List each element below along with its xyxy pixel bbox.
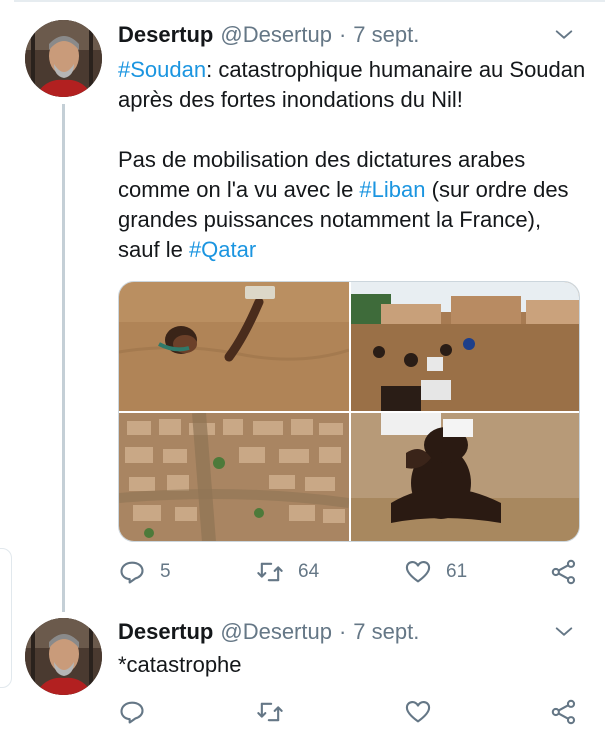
share-button[interactable] (550, 698, 578, 726)
share-button[interactable] (550, 558, 578, 586)
tweet-date[interactable]: 7 sept. (353, 619, 419, 645)
header-separator: · (338, 619, 347, 644)
tweet-header: Desertup @Desertup · 7 sept. (118, 617, 585, 647)
hashtag-link[interactable]: #Soudan (118, 57, 206, 82)
tweet-header: Desertup @Desertup · 7 sept. (118, 20, 585, 50)
author-name[interactable]: Desertup (118, 619, 213, 645)
avatar-image-icon (25, 20, 102, 97)
retweet-count: 64 (298, 561, 320, 582)
tweet-paragraph: *catastrophe (118, 652, 242, 677)
reply-count: 5 (160, 561, 171, 582)
thread-line (62, 104, 65, 612)
tweet[interactable]: Desertup @Desertup · 7 sept. #Soudan: ca… (0, 0, 605, 612)
like-count: 61 (446, 561, 468, 582)
media-photo[interactable] (119, 282, 349, 411)
heart-icon (405, 701, 431, 723)
chevron-down-icon[interactable] (553, 24, 575, 46)
aerial-flooded-town-photo-icon (119, 413, 349, 541)
avatar[interactable] (25, 618, 102, 695)
author-handle[interactable]: @Desertup (220, 22, 332, 48)
media-grid (118, 281, 580, 542)
chevron-down-icon[interactable] (553, 621, 575, 643)
retweet-icon (257, 702, 283, 722)
hashtag-link[interactable]: #Qatar (189, 237, 256, 262)
like-button[interactable] (404, 698, 432, 726)
reply-button[interactable]: 5 (118, 558, 171, 586)
header-separator: · (338, 22, 347, 47)
tweet[interactable]: Desertup @Desertup · 7 sept. *catastroph… (0, 612, 605, 734)
like-button[interactable]: 61 (404, 558, 467, 586)
media-photo[interactable] (351, 413, 579, 541)
share-icon (551, 559, 576, 585)
tweet-actions (118, 696, 586, 728)
avatar[interactable] (25, 20, 102, 97)
reply-icon (120, 701, 144, 724)
flood-swimmer-photo-icon (119, 282, 349, 411)
retweet-icon (257, 562, 283, 582)
tweet-paragraph: #Soudan: catastrophique humanaire au Sou… (118, 55, 587, 115)
retweet-button[interactable]: 64 (256, 558, 319, 586)
retweet-button[interactable] (256, 698, 284, 726)
hashtag-link[interactable]: #Liban (359, 177, 425, 202)
share-icon (551, 699, 576, 725)
tweet-paragraph: Pas de mobilisation des dictatures arabe… (118, 145, 587, 265)
tweet-text: *catastrophe (118, 650, 587, 680)
tweet-actions: 5 64 61 (118, 556, 586, 588)
reply-icon (120, 561, 144, 584)
man-carrying-child-photo-icon (351, 413, 579, 541)
reply-button[interactable] (118, 698, 146, 726)
tweet-text: #Soudan: catastrophique humanaire au Sou… (118, 55, 587, 265)
avatar-image-icon (25, 618, 102, 695)
author-handle[interactable]: @Desertup (220, 619, 332, 645)
flooded-street-photo-icon (351, 282, 579, 411)
author-name[interactable]: Desertup (118, 22, 213, 48)
media-photo[interactable] (351, 282, 579, 411)
media-photo[interactable] (119, 413, 349, 541)
tweet-date[interactable]: 7 sept. (353, 22, 419, 48)
heart-icon (405, 561, 431, 583)
